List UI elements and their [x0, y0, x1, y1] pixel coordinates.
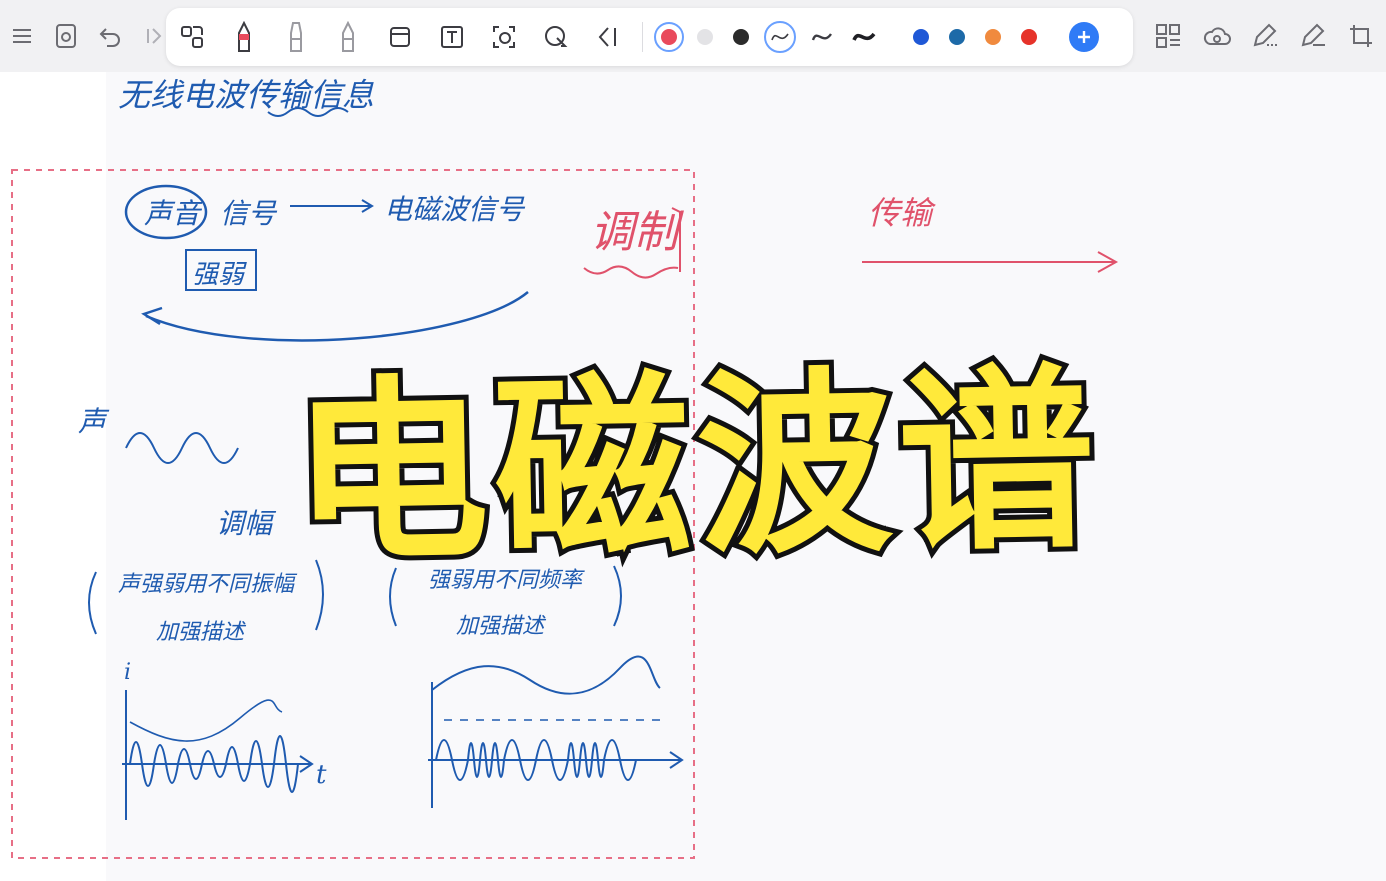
color-swatch-orange[interactable]: [975, 15, 1011, 59]
pen-icon[interactable]: [218, 15, 270, 59]
lasso-select-icon[interactable]: [166, 15, 218, 59]
note-top-line: 无线电波传输信息: [118, 76, 375, 114]
edit-icon[interactable]: [1289, 14, 1337, 58]
note-fm-desc-2: 加强描述: [456, 614, 545, 639]
undo-icon[interactable]: [88, 14, 132, 58]
red-squiggle: [583, 265, 679, 279]
note-sound: 声音: [144, 197, 201, 230]
color-swatch-black[interactable]: [723, 15, 759, 59]
collapse-icon[interactable]: [582, 15, 634, 59]
shape-icon[interactable]: [530, 15, 582, 59]
text-icon[interactable]: [426, 15, 478, 59]
pen-settings-icon[interactable]: [1241, 14, 1289, 58]
crop-icon[interactable]: [1337, 14, 1385, 58]
note-am-desc-2: 加强描述: [156, 620, 245, 645]
menu-icon[interactable]: [0, 14, 44, 58]
note-transmit: 传输: [868, 194, 933, 232]
thin-stroke-icon[interactable]: [759, 15, 801, 59]
toolbar-divider: [642, 22, 643, 52]
paren-left-1: [88, 571, 97, 635]
note-signal: 信号: [220, 197, 277, 230]
add-color-icon[interactable]: [1069, 22, 1099, 52]
overlay-title: 电磁波谱: [285, 341, 1107, 593]
right-toolbar-group: [1145, 14, 1385, 58]
sine-sketch: [125, 432, 239, 464]
left-toolbar-group: [0, 14, 176, 58]
fm-signal: [431, 655, 661, 695]
note-em-signal: 电磁波信号: [384, 193, 525, 226]
medium-stroke-icon[interactable]: [801, 15, 843, 59]
color-swatch-selected[interactable]: [651, 15, 687, 59]
note-side-char: 声: [78, 405, 107, 438]
image-icon[interactable]: [478, 15, 530, 59]
am-envelope: [129, 699, 283, 742]
color-swatch-red[interactable]: [1011, 15, 1047, 59]
color-swatch-blue[interactable]: [903, 15, 939, 59]
preview-icon[interactable]: [44, 14, 88, 58]
color-swatch-teal[interactable]: [939, 15, 975, 59]
marker-icon[interactable]: [270, 15, 322, 59]
grid-icon[interactable]: [1145, 14, 1193, 58]
color-dot-red: [661, 29, 677, 45]
highlighter-icon[interactable]: [322, 15, 374, 59]
note-axis-i: i: [124, 660, 132, 685]
note-boxed-word: 强弱: [192, 260, 245, 290]
cloud-sync-icon[interactable]: [1193, 14, 1241, 58]
color-swatch-light-gray[interactable]: [687, 15, 723, 59]
eraser-icon[interactable]: [374, 15, 426, 59]
pen-toolbar: [166, 8, 1133, 66]
note-modulation: 调制: [590, 207, 678, 258]
thick-stroke-icon[interactable]: [843, 15, 885, 59]
top-toolbar: [0, 0, 1386, 72]
note-axis-t: t: [316, 760, 327, 790]
